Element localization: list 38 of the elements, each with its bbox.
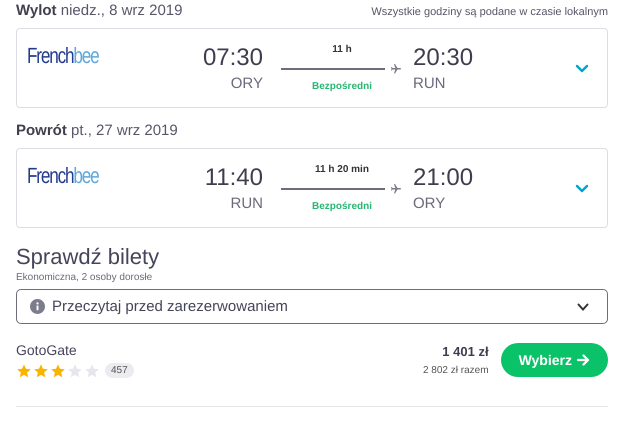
departure-time: 11:40	[204, 164, 263, 192]
arrival-airport: ORY	[413, 195, 446, 212]
info-icon	[30, 299, 45, 314]
provider-name: GotoGate	[16, 342, 78, 358]
chevron-icon[interactable]	[575, 184, 589, 192]
total-price: 2 802 zł razem	[422, 365, 489, 376]
flight-card[interactable]: Frenchbee 07:30 ORY 11 h Bezpośredni 20:30 RUN	[16, 28, 608, 108]
departure-airport: RUN	[230, 195, 263, 212]
star-icon	[16, 362, 32, 378]
timezone-note: Wszystkie godziny są podane w czasie lokalnym	[371, 6, 608, 18]
review-count: 457	[105, 363, 134, 378]
star-icon	[50, 362, 66, 378]
departure-time: 07:30	[202, 44, 263, 72]
travel-class: Ekonomiczna, 2 osoby dorosłe	[16, 272, 154, 283]
star-icon	[33, 362, 49, 378]
arrival-time: 21:00	[413, 164, 474, 192]
stops-label: Bezpośredni	[312, 201, 372, 212]
arrival-time: 20:30	[413, 44, 474, 72]
arrival-airport: RUN	[413, 75, 446, 92]
arrow-icon	[577, 354, 590, 366]
leg-date: Wylot niedz., 8 wrz 2019	[16, 2, 182, 19]
airplane-icon	[390, 183, 402, 195]
flight-duration: 11 h	[332, 44, 352, 55]
departure-airport: ORY	[230, 75, 263, 92]
notice-dropdown[interactable]: Przeczytaj przed zarezerwowaniem	[16, 289, 608, 324]
star-icon	[67, 362, 83, 378]
section-title: Sprawdź bilety	[16, 244, 160, 270]
airplane-icon	[390, 63, 402, 75]
chevron-icon[interactable]	[575, 64, 589, 72]
chevron-icon	[577, 302, 589, 310]
flight-card[interactable]: Frenchbee 11:40 RUN 11 h 20 min Bezpośredni 21:00 ORY	[16, 148, 608, 228]
airline-logo: Frenchbee	[27, 163, 100, 189]
airline-logo: Frenchbee	[27, 43, 100, 69]
leg-date: Powrót pt., 27 wrz 2019	[16, 122, 178, 139]
price: 1 401 zł	[442, 344, 489, 359]
stops-label: Bezpośredni	[312, 81, 372, 92]
star-icon	[84, 362, 100, 378]
flight-duration: 11 h 20 min	[315, 164, 369, 175]
